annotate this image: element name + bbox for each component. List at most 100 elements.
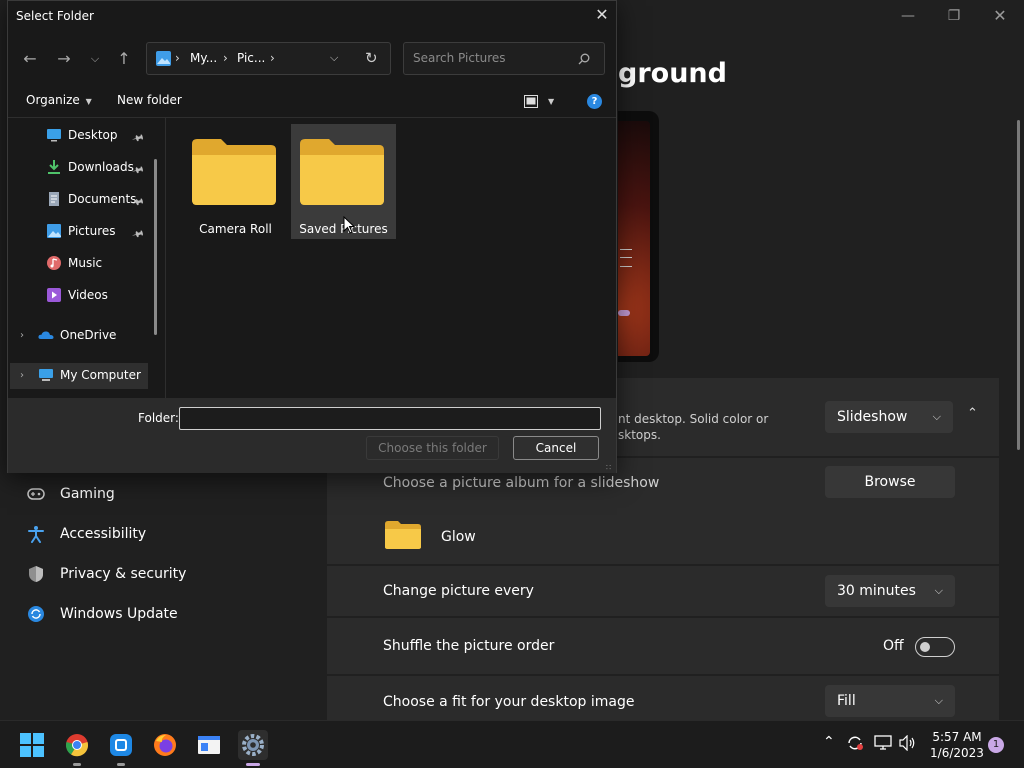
up-arrow-icon[interactable]: ↑	[114, 49, 134, 68]
file-explorer-icon[interactable]	[194, 730, 224, 760]
organize-button[interactable]: Organize ▼	[26, 93, 92, 107]
close-button[interactable]: ✕	[990, 6, 1010, 26]
nav-item-windows-update[interactable]: Windows Update	[24, 599, 178, 629]
tree-label: Downloads	[68, 160, 134, 174]
pane-divider	[165, 118, 166, 398]
album-card: Choose a picture album for a slideshow B…	[327, 458, 999, 564]
documents-icon	[49, 192, 59, 206]
back-arrow-icon[interactable]: ←	[20, 49, 40, 68]
breadcrumb-item[interactable]: Pic...	[237, 51, 265, 65]
background-type-dropdown[interactable]: Slideshow ⌵	[825, 401, 953, 433]
tree-item-pictures[interactable]: Pictures	[46, 220, 116, 242]
album-name[interactable]: Glow	[441, 529, 476, 545]
sync-icon[interactable]	[846, 735, 864, 755]
clock[interactable]: 5:57 AM 1/6/2023	[928, 729, 986, 761]
nav-item-gaming[interactable]: Gaming	[24, 479, 115, 509]
organize-label: Organize	[26, 93, 80, 107]
expand-chevron-icon[interactable]: ›	[20, 370, 24, 381]
mouse-cursor-icon	[343, 216, 355, 234]
downloads-icon	[48, 160, 60, 174]
minimize-button[interactable]: —	[898, 6, 918, 26]
nav-label-accessibility: Accessibility	[60, 526, 147, 542]
tree-item-my-computer[interactable]: My Computer	[38, 364, 141, 386]
recent-locations-chevron-icon[interactable]: ⌵	[85, 52, 105, 66]
dialog-title: Select Folder	[16, 9, 94, 23]
active-indicator	[246, 763, 260, 766]
folder-field-label: Folder:	[138, 411, 179, 425]
chevron-down-icon: ▼	[85, 97, 92, 106]
choose-folder-button[interactable]: Choose this folder	[366, 436, 499, 460]
dialog-close-icon[interactable]: ✕	[592, 5, 612, 24]
breadcrumb-item[interactable]: My...	[190, 51, 217, 65]
gamepad-icon	[24, 488, 48, 500]
clock-date: 1/6/2023	[930, 746, 984, 760]
new-folder-button[interactable]: New folder	[117, 93, 182, 107]
change-picture-dropdown[interactable]: 30 minutes ⌵	[825, 575, 955, 607]
tree-item-documents[interactable]: Documents	[46, 188, 136, 210]
tree-label: OneDrive	[60, 328, 117, 342]
change-picture-card: Change picture every 30 minutes ⌵	[327, 566, 999, 616]
show-hidden-icons-chevron-icon[interactable]: ⌃	[823, 734, 835, 750]
network-icon[interactable]	[874, 735, 892, 755]
volume-icon[interactable]	[899, 734, 917, 755]
start-icon[interactable]	[17, 730, 47, 760]
collapse-chevron-icon[interactable]: ⌃	[967, 406, 978, 421]
fit-dropdown[interactable]: Fill ⌵	[825, 685, 955, 717]
chevron-down-icon: ⌵	[934, 584, 943, 597]
shuffle-card: Shuffle the picture order Off	[327, 618, 999, 674]
app-icon[interactable]	[106, 730, 136, 766]
update-icon	[24, 605, 48, 623]
address-bar[interactable]: › My... › Pic... › ⌵ ↻	[146, 42, 391, 75]
toolbar-divider	[8, 117, 616, 118]
computer-icon	[39, 369, 53, 381]
view-options-chevron-icon[interactable]: ▼	[548, 97, 554, 106]
nav-item-accessibility[interactable]: Accessibility	[24, 519, 146, 549]
album-folder-icon	[385, 521, 421, 549]
background-type-value: Slideshow	[837, 409, 908, 425]
tree-item-music[interactable]: Music	[46, 252, 102, 274]
videos-icon	[47, 288, 61, 302]
tree-label: Documents	[68, 192, 137, 206]
expand-chevron-icon[interactable]: ›	[20, 330, 24, 341]
nav-item-privacy[interactable]: Privacy & security	[24, 559, 186, 589]
refresh-icon[interactable]: ↻	[365, 49, 378, 67]
fit-label: Choose a fit for your desktop image	[383, 694, 635, 710]
chevron-down-icon: ⌵	[932, 410, 941, 423]
nav-label-gaming: Gaming	[60, 486, 115, 502]
forward-arrow-icon[interactable]: →	[54, 49, 74, 68]
notification-badge[interactable]: 1	[988, 737, 1004, 753]
pin-icon: 🖈	[130, 129, 147, 146]
help-icon[interactable]: ?	[587, 94, 602, 109]
shuffle-label: Shuffle the picture order	[383, 638, 555, 654]
change-picture-label: Change picture every	[383, 583, 534, 599]
firefox-icon[interactable]	[150, 730, 180, 760]
view-mode-icon[interactable]	[524, 95, 538, 108]
chrome-icon[interactable]	[62, 730, 92, 766]
folder-icon	[192, 139, 276, 205]
preview-wallpaper	[618, 121, 650, 356]
address-dropdown-icon[interactable]: ⌵	[330, 51, 338, 65]
change-picture-value: 30 minutes	[837, 583, 916, 599]
pin-icon: 🖈	[130, 225, 147, 242]
tree-item-onedrive[interactable]: OneDrive	[38, 324, 116, 346]
tree-item-downloads[interactable]: Downloads	[46, 156, 134, 178]
search-icon	[578, 53, 590, 65]
maximize-button[interactable]: ❐	[944, 6, 964, 26]
tree-item-desktop[interactable]: Desktop	[46, 124, 118, 146]
shield-icon	[24, 565, 48, 583]
running-indicator	[117, 763, 125, 766]
shuffle-toggle[interactable]	[915, 637, 955, 657]
tree-scrollbar[interactable]	[154, 159, 157, 335]
chevron-down-icon: ⌵	[934, 694, 943, 707]
search-input[interactable]: Search Pictures	[403, 42, 605, 75]
resize-grip-icon[interactable]: ∷	[606, 463, 611, 472]
browse-button[interactable]: Browse	[825, 466, 955, 498]
folder-item-camera-roll[interactable]: Camera Roll	[183, 124, 288, 239]
folder-label: Camera Roll	[199, 222, 272, 236]
running-indicator	[73, 763, 81, 766]
settings-icon[interactable]	[238, 730, 268, 766]
folder-input[interactable]	[179, 407, 601, 430]
tree-item-videos[interactable]: Videos	[46, 284, 108, 306]
cancel-button[interactable]: Cancel	[513, 436, 599, 460]
page-scrollbar[interactable]	[1017, 120, 1020, 450]
